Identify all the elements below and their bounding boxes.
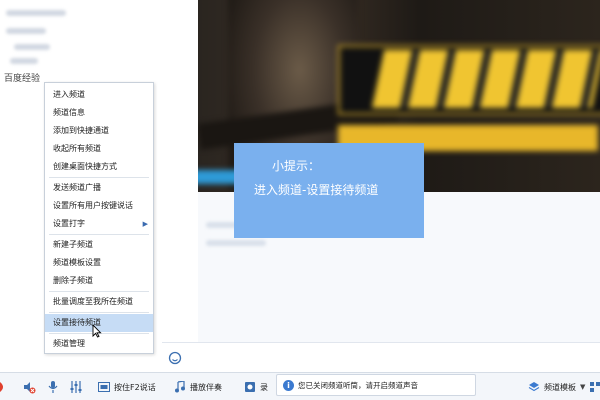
speaker-muted-icon[interactable] (22, 373, 36, 400)
menu-item-label: 设置所有用户按键说话 (53, 201, 133, 210)
menu-item-label: 收起所有频道 (53, 144, 101, 153)
menu-item-channel-info[interactable]: 频道信息 (45, 104, 153, 122)
menu-separator (49, 177, 149, 178)
tip-box: 小提示： 进入频道-设置接待频道 (234, 143, 424, 238)
menu-item-collapse-all[interactable]: 收起所有频道 (45, 140, 153, 158)
menu-item-label: 批量调度至我所在频道 (53, 297, 133, 306)
menu-item-label: 创建桌面快捷方式 (53, 162, 117, 171)
menu-item-enter-channel[interactable]: 进入频道 (45, 86, 153, 104)
menu-item-label: 设置打字 (53, 219, 85, 228)
menu-item-label: 添加到快捷通道 (53, 126, 109, 135)
menu-item-label: 删除子频道 (53, 276, 93, 285)
notice-bar: i 您已关闭频道听筒，请开启频道声音 (276, 374, 476, 396)
submenu-arrow-icon: ▶ (142, 220, 148, 228)
menu-separator (49, 234, 149, 235)
menu-item-set-typing[interactable]: 设置打字 ▶ (45, 215, 153, 233)
menu-item-push-to-talk-all[interactable]: 设置所有用户按键说话 (45, 197, 153, 215)
info-icon: i (283, 379, 294, 391)
channel-template-button[interactable]: 频道模板 ▼ (528, 373, 585, 400)
accompaniment-button[interactable]: 播放伴奏 (174, 373, 222, 400)
menu-item-desktop-shortcut[interactable]: 创建桌面快捷方式 (45, 158, 153, 176)
channel-context-menu: 进入频道 频道信息 添加到快捷通道 收起所有频道 创建桌面快捷方式 发送频道广播… (44, 82, 154, 354)
tip-text: 进入频道-设置接待频道 (254, 183, 379, 197)
message-input[interactable] (162, 342, 600, 372)
grid-icon[interactable] (590, 373, 600, 400)
chevron-down-icon: ▼ (580, 383, 586, 391)
menu-item-batch-move[interactable]: 批量调度至我所在频道 (45, 293, 153, 311)
tip-title: 小提示： (272, 159, 321, 173)
menu-separator (49, 291, 149, 292)
menu-item-new-subchannel[interactable]: 新建子频道 (45, 236, 153, 254)
menu-item-label: 发送频道广播 (53, 183, 101, 192)
menu-item-label: 频道模板设置 (53, 258, 101, 267)
emoji-icon[interactable] (168, 351, 182, 365)
channel-template-label: 频道模板 (544, 382, 576, 392)
menu-separator (49, 312, 149, 313)
menu-item-delete-subchannel[interactable]: 删除子频道 (45, 272, 153, 290)
record-button[interactable]: 录 (244, 373, 268, 400)
menu-item-label: 频道信息 (53, 108, 85, 117)
menu-item-broadcast[interactable]: 发送频道广播 (45, 179, 153, 197)
template-icon (528, 381, 540, 393)
notice-text: 您已关闭频道听筒，请开启频道声音 (298, 380, 418, 390)
menu-item-label: 频道管理 (53, 339, 85, 348)
keyboard-icon (98, 381, 110, 393)
blurred-line (6, 28, 46, 34)
menu-item-label: 新建子频道 (53, 240, 93, 249)
accompaniment-label: 播放伴奏 (190, 382, 222, 392)
status-red-icon (0, 373, 8, 400)
menu-item-template-settings[interactable]: 频道模板设置 (45, 254, 153, 272)
record-icon (244, 381, 256, 393)
watermark-text: 百度经验 (4, 74, 41, 84)
mouse-cursor-icon (92, 323, 102, 338)
record-label: 录 (260, 382, 268, 392)
menu-item-add-shortcut[interactable]: 添加到快捷通道 (45, 122, 153, 140)
push-to-talk-label: 按住F2说话 (114, 382, 156, 392)
microphone-icon[interactable] (47, 373, 59, 400)
blurred-line (10, 58, 38, 64)
blurred-line (14, 44, 50, 50)
blurred-line (6, 10, 66, 16)
music-note-icon (174, 380, 186, 393)
equalizer-icon[interactable] (70, 373, 82, 400)
push-to-talk-button[interactable]: 按住F2说话 (98, 373, 156, 400)
menu-item-label: 进入频道 (53, 90, 85, 99)
blurred-line (206, 240, 266, 246)
